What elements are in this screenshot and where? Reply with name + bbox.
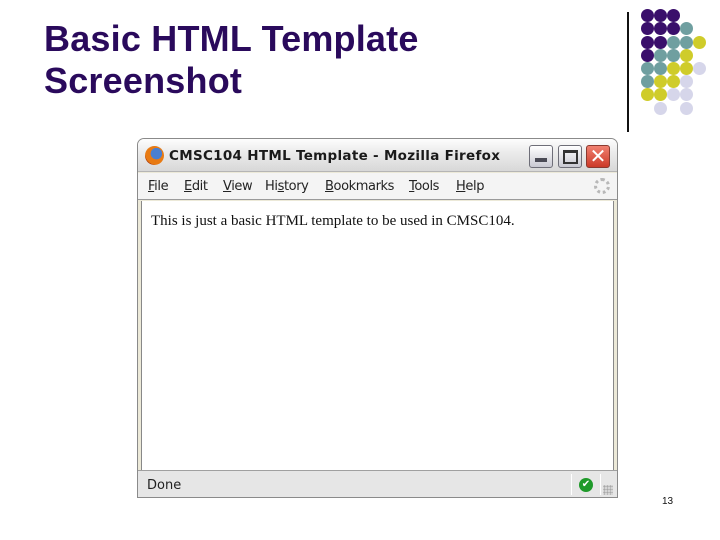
decorative-dot [641, 36, 654, 49]
menu-file[interactable]: File [148, 179, 169, 194]
window-title: CMSC104 HTML Template - Mozilla Firefox [169, 148, 501, 164]
page-content-text: This is just a basic HTML template to be… [151, 213, 515, 229]
decorative-dot [654, 102, 667, 115]
decorative-dot [654, 36, 667, 49]
menu-history[interactable]: History [265, 179, 309, 194]
throbber-icon [594, 178, 610, 194]
menu-bookmarks[interactable]: Bookmarks [325, 179, 394, 194]
decorative-dot [641, 9, 654, 22]
close-button[interactable]: ✕ [586, 145, 610, 168]
decorative-dot [680, 88, 693, 101]
decorative-dot [680, 36, 693, 49]
status-divider [571, 474, 572, 495]
status-bar: Done ✔ [138, 470, 617, 497]
slide-title-line-2: Screenshot [44, 60, 243, 101]
decorative-dot [693, 36, 706, 49]
decorative-dot [641, 22, 654, 35]
decorative-dot [654, 62, 667, 75]
status-divider [600, 474, 601, 495]
minimize-button[interactable] [529, 145, 553, 168]
decorative-dot [641, 88, 654, 101]
status-text: Done [147, 478, 182, 493]
menu-bar: File Edit View History Bookmarks Tools Help [138, 173, 617, 200]
decorative-dot [680, 102, 693, 115]
decorative-dot [667, 36, 680, 49]
firefox-window: CMSC104 HTML Template - Mozilla Firefox … [137, 138, 618, 498]
decorative-dot [680, 22, 693, 35]
decorative-dot [667, 75, 680, 88]
decorative-dot [654, 22, 667, 35]
close-icon: ✕ [589, 144, 607, 168]
menu-edit[interactable]: Edit [184, 179, 208, 194]
slide-title-line-1: Basic HTML Template [44, 18, 419, 59]
minimize-icon [535, 158, 547, 162]
decorative-dot [667, 88, 680, 101]
slide-title: Basic HTML Template Screenshot [44, 18, 419, 102]
decorative-divider [627, 12, 629, 132]
resize-grip-icon[interactable] [603, 485, 613, 495]
decorative-dot [654, 75, 667, 88]
decorative-dot [693, 62, 706, 75]
decorative-dot [654, 9, 667, 22]
decorative-dot [641, 75, 654, 88]
decorative-dot [654, 49, 667, 62]
decorative-dot [654, 88, 667, 101]
decorative-dot [667, 62, 680, 75]
decorative-dot [667, 22, 680, 35]
decorative-dot [641, 49, 654, 62]
menu-view[interactable]: View [223, 179, 253, 194]
maximize-button[interactable] [558, 145, 582, 168]
decorative-dot [680, 62, 693, 75]
page-number: 13 [662, 496, 674, 507]
decorative-dot [667, 49, 680, 62]
firefox-icon [145, 146, 164, 165]
decorative-dot [680, 49, 693, 62]
menu-tools[interactable]: Tools [409, 179, 439, 194]
maximize-icon [563, 150, 578, 164]
page-content-area: This is just a basic HTML template to be… [141, 201, 614, 471]
decorative-dot [667, 9, 680, 22]
decorative-dot [680, 75, 693, 88]
decorative-dot [641, 62, 654, 75]
menu-help[interactable]: Help [456, 179, 484, 194]
security-check-icon[interactable]: ✔ [579, 478, 593, 492]
window-titlebar[interactable]: CMSC104 HTML Template - Mozilla Firefox … [138, 139, 617, 172]
